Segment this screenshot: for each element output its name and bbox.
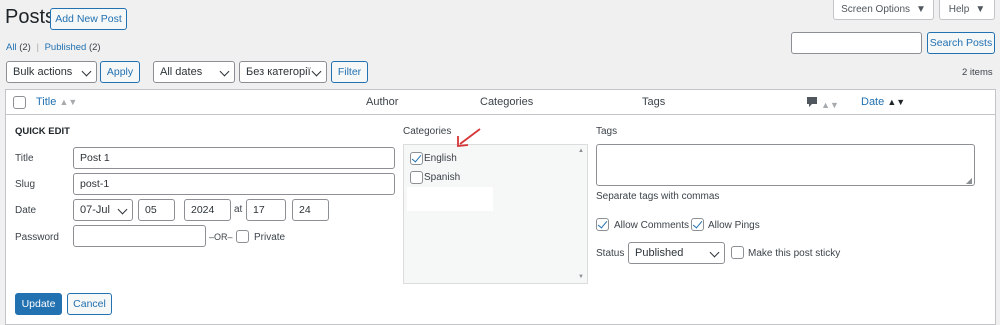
month-value: 07-Jul [80, 204, 110, 216]
sort-icon: ▲▼ [821, 100, 839, 110]
status-value: Published [635, 247, 684, 259]
category-spanish-label: Spanish [424, 172, 461, 183]
checklist-scrollbar[interactable]: ▲ ▼ [575, 145, 587, 283]
chevron-down-icon [219, 66, 230, 77]
password-input[interactable] [73, 225, 206, 247]
tags-hint: Separate tags with commas [596, 191, 720, 202]
slug-input[interactable]: post-1 [73, 173, 395, 195]
category-value: Без категорії [246, 66, 311, 78]
red-arrow-icon [457, 128, 481, 147]
column-categories: Categories [480, 96, 534, 108]
sort-desc-icon: ▲▼ [887, 97, 906, 107]
or-label: –OR– [209, 232, 233, 242]
items-count: 2 items [962, 67, 993, 78]
caret-down-icon: ▼ [916, 4, 926, 15]
status-label: Status [596, 248, 625, 259]
column-title[interactable]: Title ▲▼ [36, 96, 77, 108]
screen-options-label: Screen Options [841, 4, 911, 15]
chevron-down-icon [81, 66, 92, 77]
allow-comments-label: Allow Comments [614, 220, 690, 231]
published-count: (2) [88, 42, 101, 53]
search-input[interactable] [791, 32, 922, 54]
dates-value: All dates [160, 66, 203, 78]
table-header-row: Title ▲▼ Author Categories Tags ▲▼ Date … [5, 89, 996, 115]
screen-options-button[interactable]: Screen Options ▼ [833, 0, 934, 20]
filter-published-link[interactable]: Published [45, 42, 87, 53]
chevron-down-icon [709, 247, 720, 258]
private-checkbox[interactable] [236, 230, 249, 243]
at-label: at [234, 204, 243, 215]
scroll-up-icon: ▲ [578, 148, 584, 154]
date-label: Date [15, 205, 37, 216]
slug-label: Slug [15, 179, 36, 190]
separator: | [36, 42, 39, 53]
allow-pings-checkbox[interactable] [691, 218, 704, 231]
filter-all-link[interactable]: All [6, 42, 17, 53]
tags-textarea[interactable]: ◢ [596, 144, 975, 186]
help-button[interactable]: Help ▼ [939, 0, 995, 20]
help-label: Help [948, 4, 970, 15]
category-english-label: English [424, 153, 457, 164]
category-spanish-checkbox[interactable] [410, 171, 423, 184]
sticky-checkbox[interactable] [731, 246, 744, 259]
column-title-label: Title [36, 96, 57, 108]
add-new-post-button[interactable]: Add New Post [50, 8, 127, 30]
column-tags: Tags [642, 96, 666, 108]
password-label: Password [15, 232, 59, 243]
title-input[interactable]: Post 1 [73, 147, 395, 169]
sticky-label: Make this post sticky [748, 248, 841, 259]
update-button[interactable]: Update [15, 293, 62, 315]
column-date[interactable]: Date ▲▼ [861, 96, 905, 108]
private-label: Private [254, 232, 286, 243]
scroll-down-icon: ▼ [578, 274, 584, 280]
filter-button[interactable]: Filter [331, 61, 368, 83]
column-comments[interactable]: ▲▼ [806, 96, 839, 111]
bulk-actions-value: Bulk actions [13, 66, 73, 78]
quick-edit-heading: QUICK EDIT [15, 126, 70, 137]
dates-select[interactable]: All dates [153, 61, 235, 83]
allow-pings-label: Allow Pings [708, 220, 760, 231]
tags-label: Tags [596, 126, 618, 137]
minute-input[interactable]: 24 [292, 199, 329, 221]
column-author: Author [366, 96, 399, 108]
sort-icon: ▲▼ [59, 97, 78, 107]
caret-down-icon: ▼ [975, 4, 986, 15]
all-count: (2) [19, 42, 31, 53]
resize-handle-icon[interactable]: ◢ [966, 176, 972, 185]
comment-bubble-icon [806, 97, 821, 111]
category-select[interactable]: Без категорії [239, 61, 327, 83]
categories-checklist[interactable]: English Spanish ▲ ▼ [403, 144, 588, 284]
chevron-down-icon [311, 66, 322, 77]
bulk-actions-select[interactable]: Bulk actions [6, 61, 97, 83]
categories-label: Categories [403, 126, 452, 137]
select-all-checkbox[interactable] [13, 96, 26, 109]
cancel-button[interactable]: Cancel [67, 293, 112, 315]
search-posts-button[interactable]: Search Posts [927, 32, 995, 54]
status-select[interactable]: Published [628, 242, 725, 264]
chevron-down-icon [117, 204, 128, 215]
hour-input[interactable]: 17 [246, 199, 286, 221]
day-input[interactable]: 05 [138, 199, 175, 221]
post-status-filter: All (2) | Published (2) [6, 42, 101, 53]
allow-comments-checkbox[interactable] [596, 218, 609, 231]
month-select[interactable]: 07-Jul [73, 199, 133, 221]
apply-button[interactable]: Apply [100, 61, 140, 83]
column-date-label: Date [861, 96, 885, 108]
title-label: Title [15, 153, 34, 164]
page-title: Posts [5, 6, 56, 28]
category-english-checkbox[interactable] [410, 152, 423, 165]
year-input[interactable]: 2024 [184, 199, 231, 221]
checklist-blank-area [407, 187, 493, 211]
